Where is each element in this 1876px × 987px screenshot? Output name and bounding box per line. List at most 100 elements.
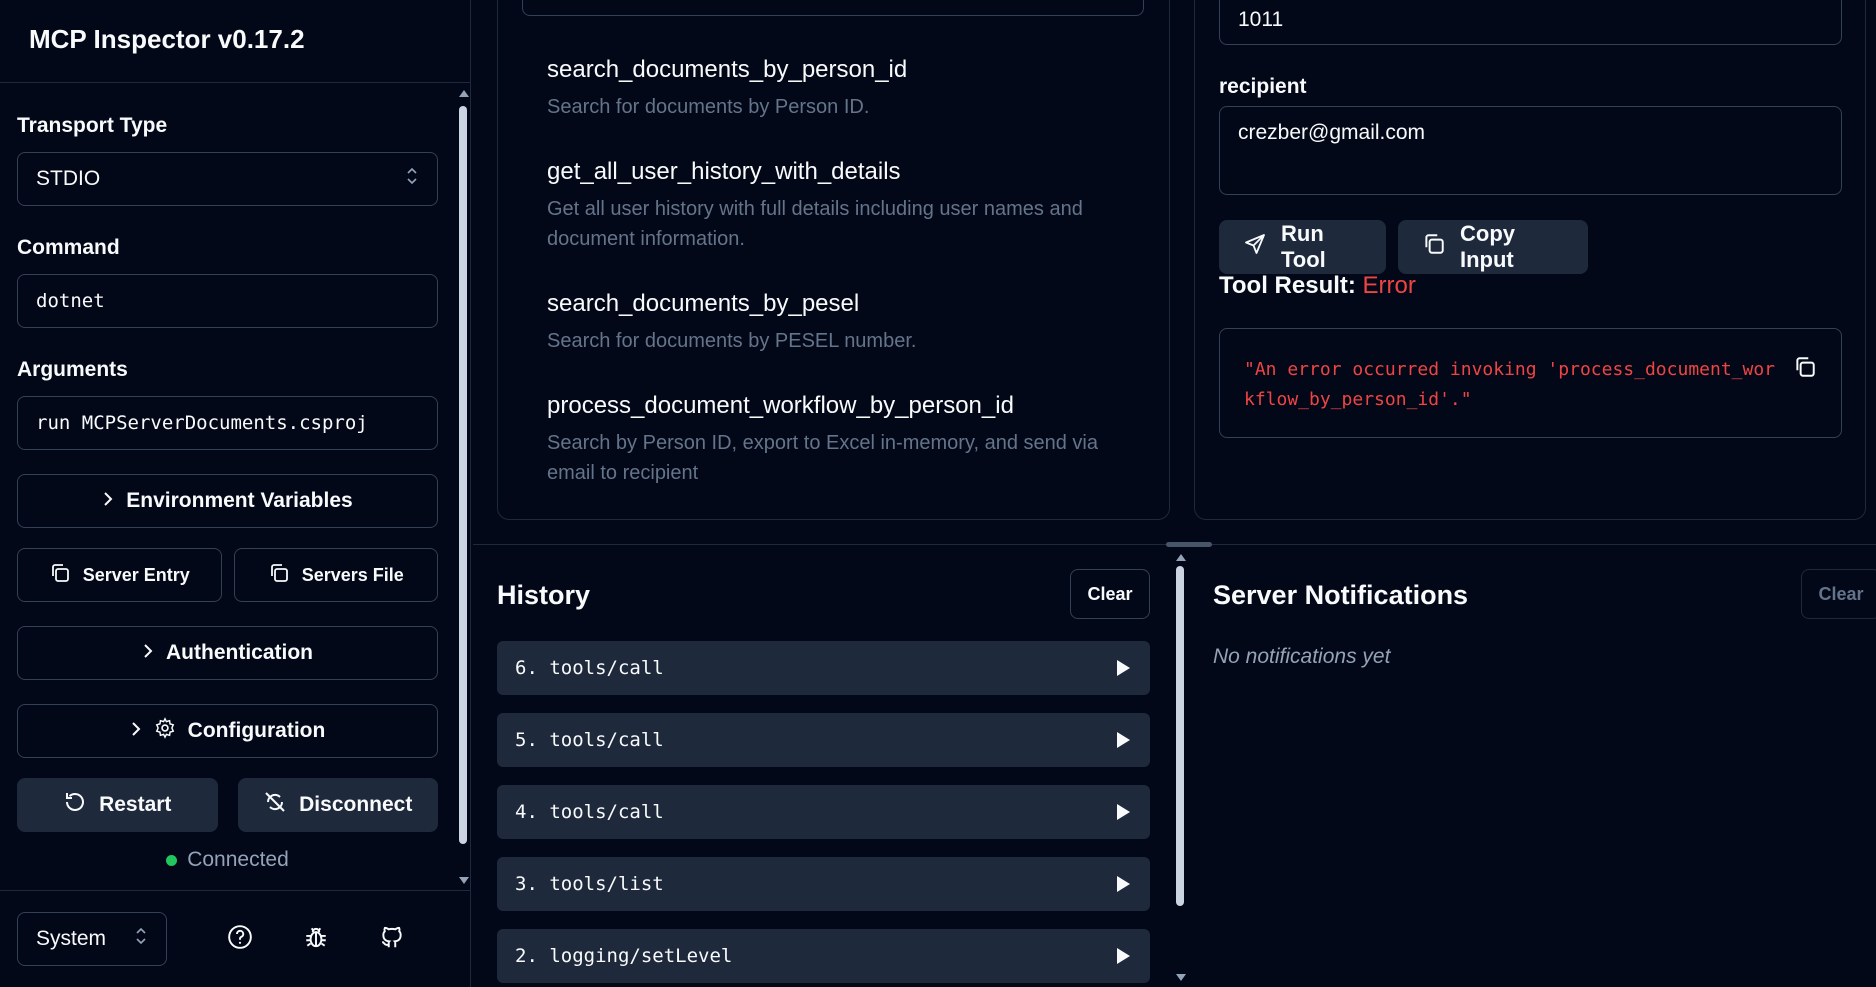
restart-icon <box>63 790 87 820</box>
command-input[interactable]: dotnet <box>17 274 438 328</box>
disconnect-button[interactable]: Disconnect <box>237 778 438 832</box>
resize-handle[interactable] <box>1166 542 1212 547</box>
recipient-textarea[interactable]: crezber@gmail.com <box>1219 106 1842 195</box>
history-title: History <box>497 580 591 610</box>
history-item[interactable]: 5. tools/call <box>497 713 1150 767</box>
history-item-label: 4. tools/call <box>515 801 664 823</box>
command-label: Command <box>17 236 120 259</box>
chevron-right-icon <box>102 489 114 513</box>
history-item[interactable]: 4. tools/call <box>497 785 1150 839</box>
arguments-value: run MCPServerDocuments.csproj <box>36 412 368 434</box>
send-icon <box>1243 232 1267 262</box>
history-item-label: 2. logging/setLevel <box>515 945 733 967</box>
play-icon <box>1117 876 1130 892</box>
notifications-title: Server Notifications <box>1213 580 1469 610</box>
copy-icon <box>268 562 290 589</box>
authentication-button[interactable]: Authentication <box>17 626 438 680</box>
servers-file-button[interactable]: Servers File <box>233 548 438 602</box>
sidebar-header: MCP Inspector v0.17.2 <box>0 0 470 83</box>
history-clear-button[interactable]: Clear <box>1070 569 1150 619</box>
sidebar-scroll-area: Transport Type STDIO Command dotnet Argu… <box>0 84 455 890</box>
copy-input-label: Copy Input <box>1460 221 1515 272</box>
command-value: dotnet <box>36 290 105 312</box>
history-item[interactable]: 6. tools/call <box>497 641 1150 695</box>
notifications-empty-text: No notifications yet <box>1213 645 1391 668</box>
person-id-input[interactable]: 1011 <box>1219 0 1842 45</box>
copy-icon[interactable] <box>1793 355 1817 384</box>
disconnect-icon <box>263 790 287 820</box>
tool-result-label: Tool Result: <box>1219 272 1356 299</box>
scrollbar-thumb[interactable] <box>459 106 467 844</box>
history-scrollbar[interactable] <box>1174 548 1186 987</box>
scroll-down-arrow-icon[interactable] <box>459 877 469 884</box>
tool-description: Search for documents by PESEL number. <box>547 330 917 352</box>
arguments-input[interactable]: run MCPServerDocuments.csproj <box>17 396 438 450</box>
tool-detail-panel: 1011 recipient crezber@gmail.com Run Too… <box>1194 0 1866 520</box>
tool-item[interactable]: search_documents_by_pesel Search for doc… <box>547 290 1137 356</box>
tools-search-input[interactable] <box>522 0 1144 16</box>
help-icon[interactable] <box>227 924 253 955</box>
transport-type-select[interactable]: STDIO <box>17 152 438 206</box>
person-id-value: 1011 <box>1238 8 1284 31</box>
transport-type-value: STDIO <box>36 167 101 190</box>
github-icon[interactable] <box>379 924 405 955</box>
gear-icon <box>154 717 176 745</box>
tool-item-selected[interactable]: process_document_workflow_by_person_id S… <box>547 392 1137 488</box>
transport-type-label: Transport Type <box>17 114 168 137</box>
sidebar: MCP Inspector v0.17.2 Transport Type STD… <box>0 0 471 987</box>
chevron-up-down-icon <box>134 927 148 951</box>
history-item-label: 3. tools/list <box>515 873 664 895</box>
server-entry-button[interactable]: Server Entry <box>17 548 222 602</box>
scroll-down-arrow-icon[interactable] <box>1176 974 1186 981</box>
play-icon <box>1117 804 1130 820</box>
theme-select[interactable]: System <box>17 912 167 966</box>
run-tool-label: Run Tool <box>1281 221 1326 272</box>
recipient-label: recipient <box>1219 75 1307 98</box>
scrollbar-thumb[interactable] <box>1176 566 1184 906</box>
sidebar-scrollbar[interactable] <box>457 84 469 890</box>
tool-item[interactable]: get_all_user_history_with_details Get al… <box>547 158 1137 254</box>
tool-name: search_documents_by_person_id <box>547 56 908 83</box>
tool-name: search_documents_by_pesel <box>547 290 860 317</box>
sidebar-footer: System <box>0 890 470 987</box>
tool-description: Search for documents by Person ID. <box>547 96 870 118</box>
restart-button[interactable]: Restart <box>17 778 218 832</box>
app-title: MCP Inspector v0.17.2 <box>29 24 305 54</box>
authentication-label: Authentication <box>166 641 313 664</box>
connection-status: Connected <box>17 848 438 872</box>
server-entry-label: Server Entry <box>82 564 190 585</box>
servers-file-label: Servers File <box>301 564 404 585</box>
tool-description: Search by Person ID, export to Excel in-… <box>547 432 1098 484</box>
tool-result-heading: Tool Result: Error <box>1219 272 1416 300</box>
status-dot-icon <box>166 854 178 866</box>
play-icon <box>1117 732 1130 748</box>
scroll-up-arrow-icon[interactable] <box>1176 554 1186 561</box>
tool-name: get_all_user_history_with_details <box>547 158 901 185</box>
configuration-button[interactable]: Configuration <box>17 704 438 758</box>
chevron-up-down-icon <box>405 167 419 191</box>
tools-list-panel: search_documents_by_person_id Search for… <box>497 0 1170 520</box>
server-notifications-panel: Server Notifications Clear No notificati… <box>1212 545 1876 987</box>
tool-result-status: Error <box>1362 272 1416 299</box>
history-item-label: 6. tools/call <box>515 657 664 679</box>
tool-description: Get all user history with full details i… <box>547 198 1083 250</box>
connection-status-text: Connected <box>187 848 289 871</box>
scroll-up-arrow-icon[interactable] <box>459 90 469 97</box>
tool-result-box: "An error occurred invoking 'process_doc… <box>1219 328 1842 438</box>
bug-icon[interactable] <box>303 924 329 955</box>
copy-icon <box>1422 232 1446 262</box>
restart-label: Restart <box>99 793 172 816</box>
history-panel: History Clear 6. tools/call 5. tools/cal… <box>497 545 1150 987</box>
tool-item[interactable]: search_documents_by_person_id Search for… <box>547 56 1137 122</box>
copy-input-button[interactable]: Copy Input <box>1398 220 1588 274</box>
environment-variables-button[interactable]: Environment Variables <box>17 474 438 528</box>
arguments-label: Arguments <box>17 358 128 381</box>
run-tool-button[interactable]: Run Tool <box>1219 220 1386 274</box>
chevron-right-icon <box>142 641 154 665</box>
history-item[interactable]: 3. tools/list <box>497 857 1150 911</box>
notifications-clear-button[interactable]: Clear <box>1801 569 1876 619</box>
theme-value: System <box>36 927 107 950</box>
chevron-right-icon <box>130 719 142 743</box>
tool-result-text: "An error occurred invoking 'process_doc… <box>1244 359 1776 410</box>
history-item[interactable]: 2. logging/setLevel <box>497 929 1150 983</box>
